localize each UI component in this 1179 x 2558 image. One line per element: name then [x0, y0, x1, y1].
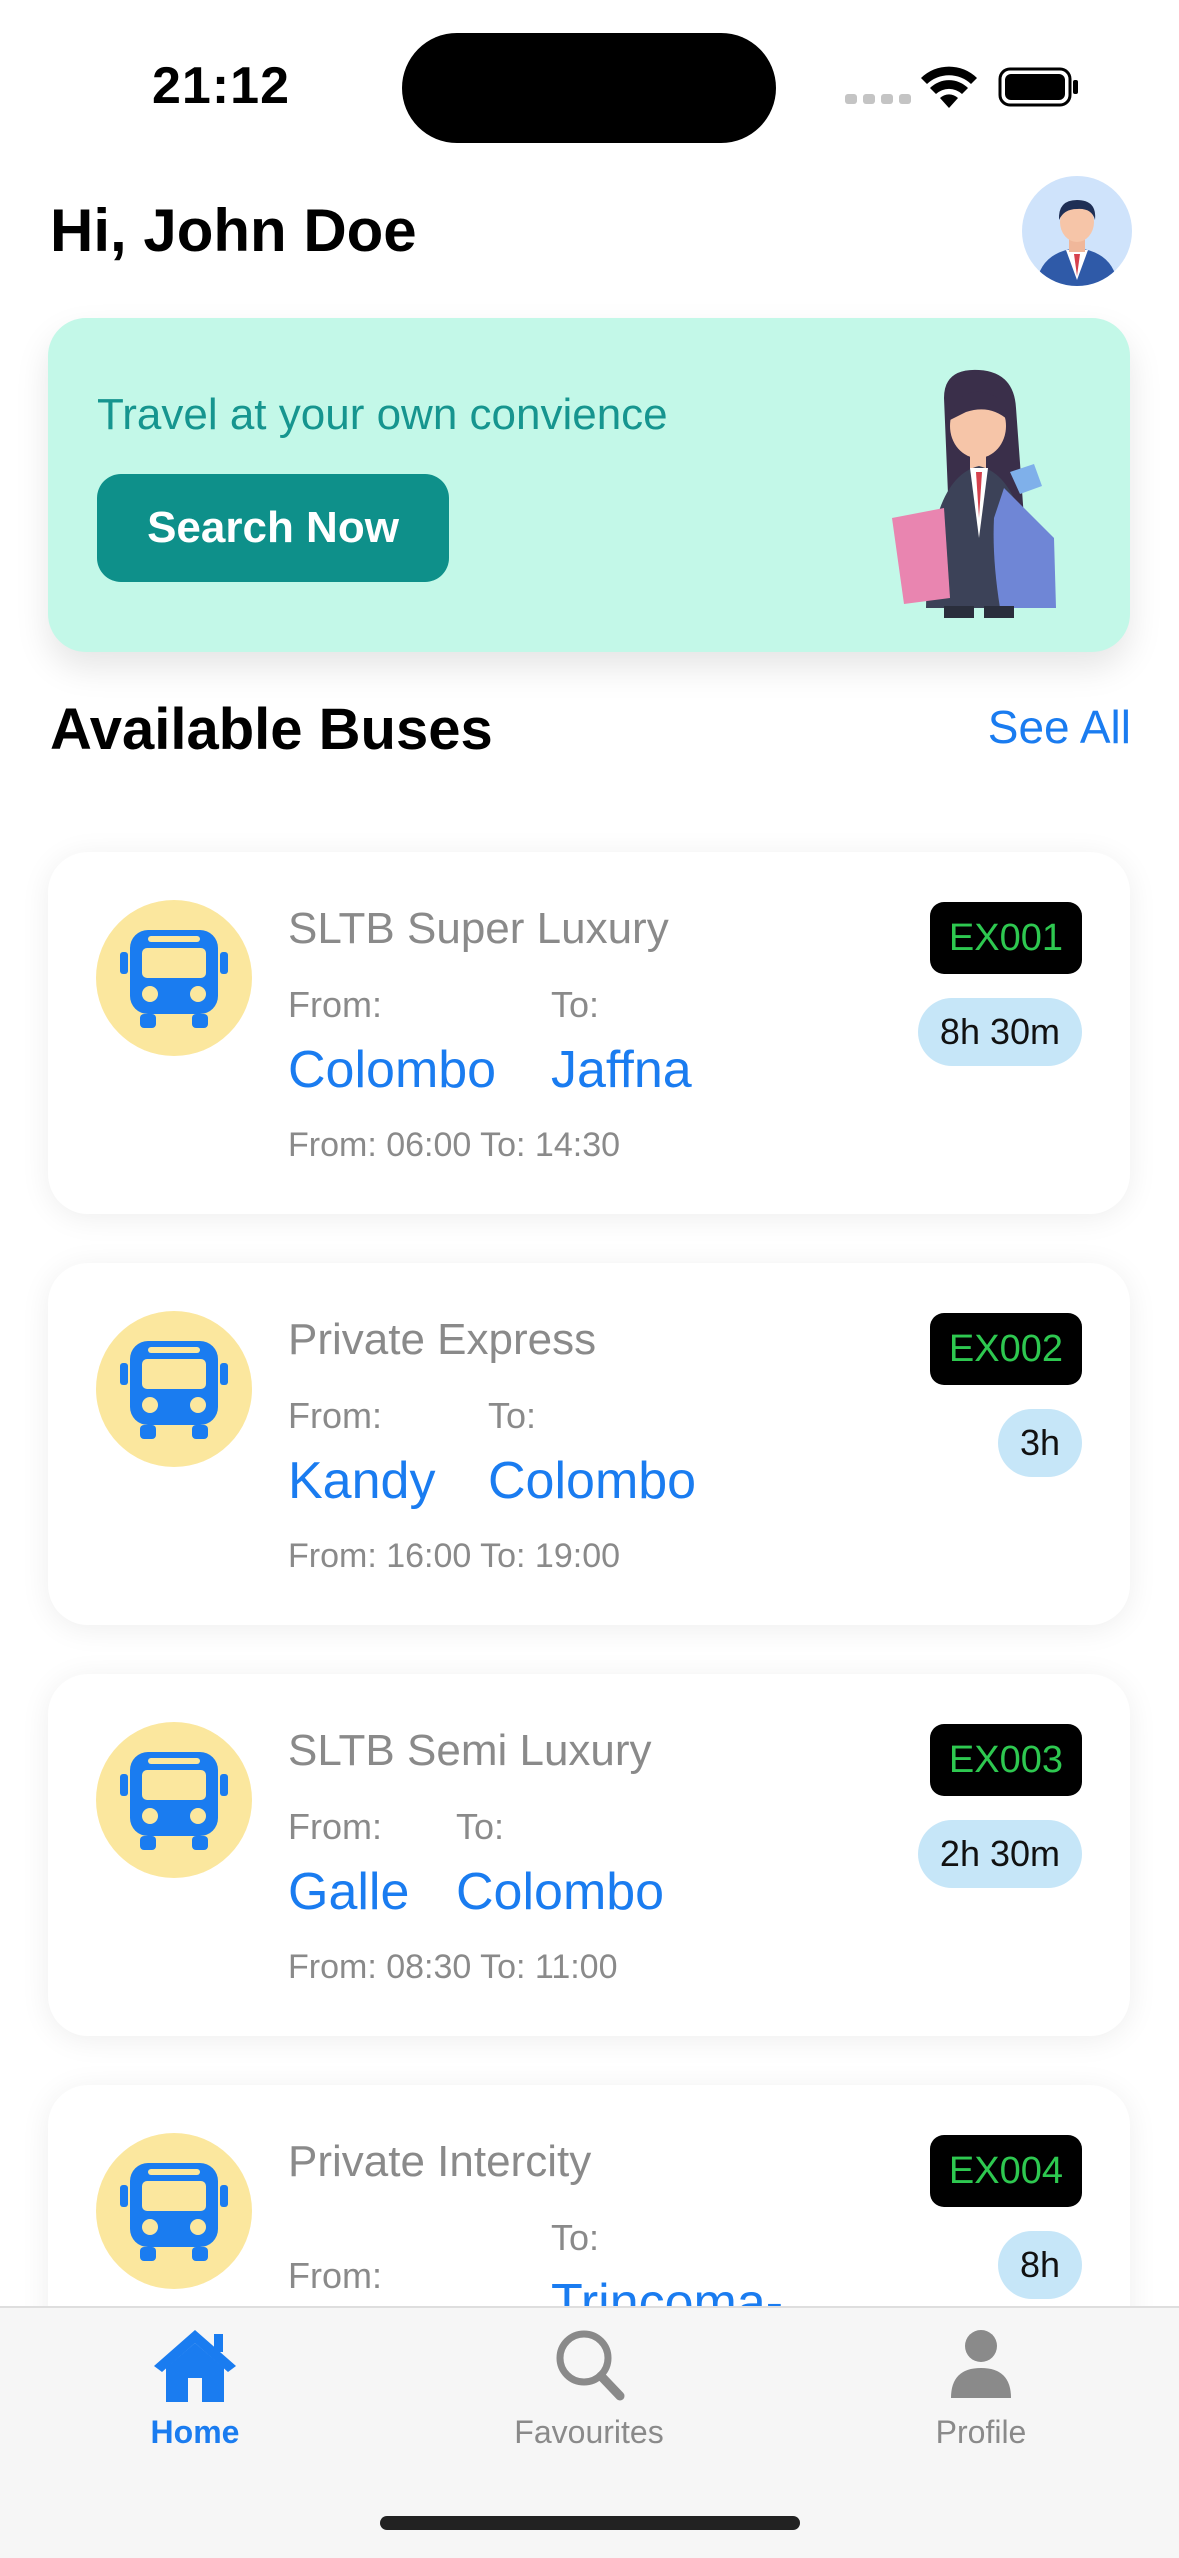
from-city: Colombo — [288, 1041, 497, 1099]
status-time: 21:12 — [152, 57, 290, 115]
tab-bar: Home Favourites Profile — [0, 2306, 1179, 2558]
section-title: Available Buses — [50, 697, 493, 762]
tab-profile-label: Profile — [935, 2414, 1027, 2450]
home-icon — [154, 2330, 236, 2402]
duration-badge: 3h — [997, 1409, 1082, 1477]
route-code-badge: EX004 — [929, 2135, 1082, 2207]
route-code-badge: EX002 — [929, 1313, 1082, 1385]
departure-arrival-times: From: 16:00 To: 19:00 — [288, 1537, 621, 1575]
from-label: From: — [288, 1395, 382, 1436]
to-label: To: — [551, 984, 600, 1025]
bus-name: Private Intercity — [288, 2137, 592, 2186]
wifi-icon — [921, 66, 977, 108]
from-label: From: — [288, 2255, 382, 2296]
route-code-badge: EX001 — [929, 902, 1082, 974]
tab-home-label: Home — [150, 2414, 240, 2450]
cellular-signal-icon — [845, 94, 911, 104]
from-label: From: — [288, 1806, 382, 1847]
promo-banner: Travel at your own convience Search Now — [48, 318, 1130, 652]
bus-card[interactable]: SLTB Semi Luxury From: To: Galle Colombo… — [48, 1674, 1130, 2036]
battery-icon — [998, 67, 1078, 107]
bus-icon-circle — [96, 900, 252, 1056]
tab-favourites[interactable]: Favourites — [464, 2326, 714, 2451]
bus-card[interactable]: SLTB Super Luxury From: To: Colombo Jaff… — [48, 852, 1130, 1214]
from-label: From: — [288, 984, 382, 1025]
bus-icon-circle — [96, 1722, 252, 1878]
bus-icon — [120, 2163, 228, 2261]
to-label: To: — [551, 2217, 600, 2258]
bus-name: Private Express — [288, 1315, 597, 1364]
to-label: To: — [456, 1806, 505, 1847]
bus-icon — [120, 1752, 228, 1850]
bus-name: SLTB Semi Luxury — [288, 1726, 652, 1775]
tab-favourites-label: Favourites — [514, 2414, 664, 2450]
duration-badge: 8h — [997, 2231, 1082, 2299]
tab-profile[interactable]: Profile — [856, 2326, 1106, 2451]
from-city: Kandy — [288, 1452, 436, 1510]
see-all-link[interactable]: See All — [988, 700, 1131, 754]
bus-icon-circle — [96, 1311, 252, 1467]
user-avatar-icon — [1036, 200, 1118, 286]
to-city: Colombo — [456, 1863, 665, 1921]
bus-card[interactable]: Private Express From: To: Kandy Colombo … — [48, 1263, 1130, 1625]
greeting-title: Hi, John Doe — [50, 197, 417, 264]
duration-badge: 2h 30m — [917, 1820, 1082, 1888]
tab-home[interactable]: Home — [70, 2326, 320, 2451]
bus-name: SLTB Super Luxury — [288, 904, 669, 953]
person-icon — [951, 2330, 1011, 2398]
traveler-illustration — [892, 369, 1056, 618]
duration-badge: 8h 30m — [917, 998, 1082, 1066]
from-city: Galle — [288, 1863, 410, 1921]
promo-text: Travel at your own convience — [97, 390, 668, 439]
to-label: To: — [488, 1395, 537, 1436]
search-now-button[interactable]: Search Now — [97, 474, 449, 582]
bus-icon-circle — [96, 2133, 252, 2289]
bus-icon — [120, 1341, 228, 1439]
to-city: Colombo — [488, 1452, 697, 1510]
dynamic-island — [402, 33, 776, 143]
to-city: Jaffna — [551, 1041, 692, 1099]
home-indicator — [380, 2516, 800, 2530]
departure-arrival-times: From: 08:30 To: 11:00 — [288, 1948, 618, 1986]
departure-arrival-times: From: 06:00 To: 14:30 — [288, 1126, 621, 1164]
search-icon — [556, 2330, 625, 2401]
bus-icon — [120, 930, 228, 1028]
avatar[interactable] — [1022, 176, 1132, 286]
route-code-badge: EX003 — [929, 1724, 1082, 1796]
